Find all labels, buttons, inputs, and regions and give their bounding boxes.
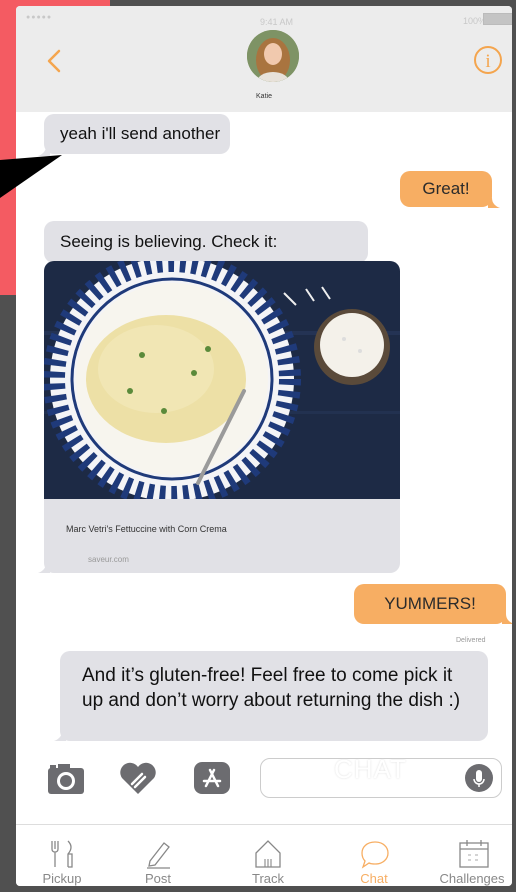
camera-icon[interactable] [46,760,86,796]
bubble-tail [38,563,50,573]
contact-name: Katie [256,93,272,100]
link-preview-domain: saveur.com [88,555,129,564]
message-bubble-incoming: Seeing is believing. Check it: [44,221,368,263]
chat-header: ●●●●● 9:41 AM 100% Katie i [16,6,512,112]
tab-chat[interactable]: Chat [332,825,416,886]
tab-track[interactable]: Track [226,825,310,886]
tab-label: Challenges [439,871,505,886]
status-time: 9:41 AM [260,17,294,27]
calendar-icon [459,840,489,868]
tab-label: Track [251,871,285,886]
utensils-icon [51,840,73,868]
bubble-tail [54,731,66,741]
signal-strength: ●●●●● [26,14,53,21]
tab-post[interactable]: Post [116,825,200,886]
contact-avatar[interactable] [247,30,299,82]
message-bubble-incoming: yeah i'll send another [44,114,230,154]
tab-challenges[interactable]: Challenges [430,825,512,886]
chat-bubble-icon [361,841,389,869]
tab-bar: Pickup Post Track Chat Challenges [16,824,512,886]
microphone-icon[interactable] [465,764,493,792]
phone-screen: ●●●●● 9:41 AM 100% Katie i yeah i'll sen… [16,6,512,886]
delivery-status: Delivered [456,637,486,644]
pointer-arrow [0,155,62,198]
message-bubble-outgoing: YUMMERS! [354,584,506,624]
bubble-tail [502,614,512,624]
tab-pickup[interactable]: Pickup [20,825,104,886]
compose-bar: CHAT [16,746,512,806]
battery-icon [483,13,512,25]
message-bubble-incoming: And it’s gluten-free! Feel free to come … [60,651,488,741]
status-bar: ●●●●● 9:41 AM 100% [16,6,512,27]
house-icon [255,840,281,868]
message-bubble-outgoing: Great! [400,171,492,207]
tab-label: Post [144,871,171,886]
chat-watermark: CHAT [334,754,407,784]
app-store-icon[interactable] [192,760,232,796]
link-preview-title: Marc Vetri's Fettuccine with Corn Crema [66,524,227,534]
pencil-icon [147,842,170,869]
pasta-photo [44,261,400,499]
info-icon[interactable]: i [474,46,502,74]
digital-touch-heart-icon[interactable] [118,760,158,796]
tab-label: Chat [360,871,388,886]
bubble-tail [488,198,500,208]
link-preview-card[interactable]: Marc Vetri's Fettuccine with Corn Crema … [44,261,400,573]
back-chevron-icon[interactable] [40,46,70,76]
tab-label: Pickup [42,871,82,886]
